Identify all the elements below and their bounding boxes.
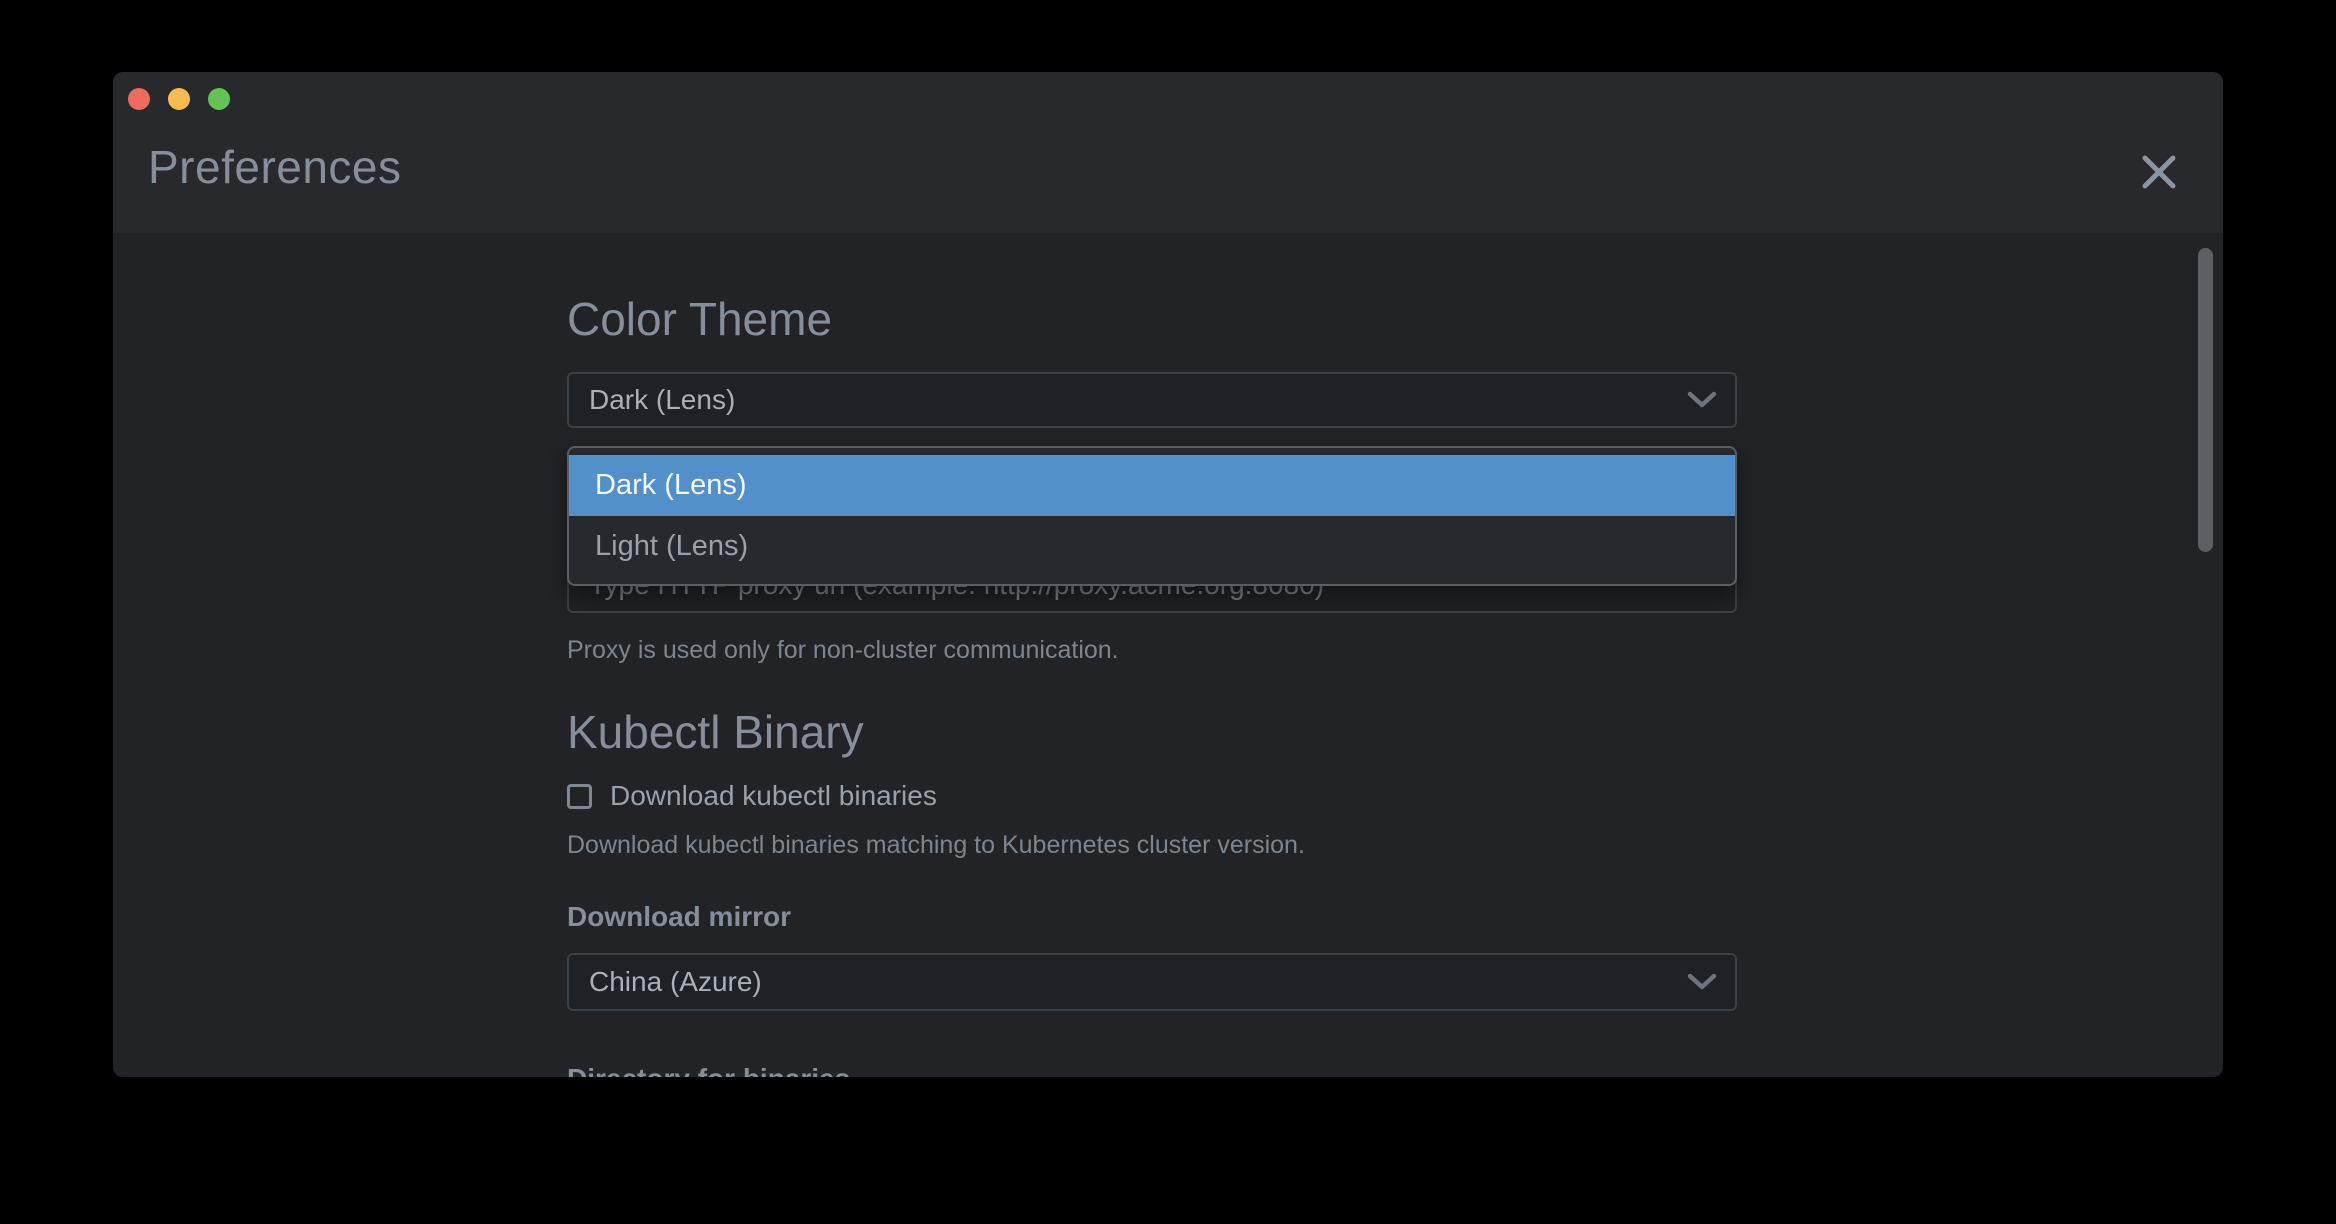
- kubectl-binary-heading: Kubectl Binary: [567, 709, 1737, 755]
- close-button[interactable]: [2137, 150, 2181, 194]
- page-title: Preferences: [148, 144, 402, 190]
- chevron-down-icon: [1687, 973, 1717, 991]
- color-theme-heading: Color Theme: [567, 296, 1737, 342]
- download-mirror-select[interactable]: China (Azure): [567, 953, 1737, 1011]
- download-kubectl-checkbox-label: Download kubectl binaries: [610, 780, 937, 812]
- title-bar: Preferences: [113, 72, 2223, 233]
- traffic-light-close-icon[interactable]: [128, 88, 150, 110]
- dropdown-option-dark[interactable]: Dark (Lens): [569, 455, 1735, 516]
- traffic-light-maximize-icon[interactable]: [208, 88, 230, 110]
- download-mirror-label: Download mirror: [567, 903, 1737, 931]
- proxy-hint-text: Proxy is used only for non-cluster commu…: [567, 635, 1737, 666]
- close-icon: [2137, 150, 2181, 194]
- dropdown-option-light[interactable]: Light (Lens): [569, 516, 1735, 577]
- download-kubectl-checkbox-row[interactable]: Download kubectl binaries: [567, 783, 1737, 809]
- color-theme-select-value: Dark (Lens): [589, 384, 735, 416]
- preferences-content: Color Theme Dark (Lens) Dark (Lens) Ligh…: [113, 233, 2223, 1077]
- traffic-light-minimize-icon[interactable]: [168, 88, 190, 110]
- color-theme-select[interactable]: Dark (Lens): [567, 372, 1737, 428]
- vertical-scrollbar-thumb[interactable]: [2198, 248, 2213, 552]
- preferences-window: Preferences Color Theme Dark (Lens) Dark…: [113, 72, 2223, 1077]
- directory-for-binaries-label: Directory for binaries: [567, 1065, 1737, 1077]
- chevron-down-icon: [1687, 391, 1717, 409]
- color-theme-dropdown-menu: Dark (Lens) Light (Lens): [567, 446, 1737, 586]
- download-kubectl-checkbox[interactable]: [567, 784, 592, 809]
- kubectl-hint-text: Download kubectl binaries matching to Ku…: [567, 830, 1737, 861]
- download-mirror-select-value: China (Azure): [589, 966, 762, 998]
